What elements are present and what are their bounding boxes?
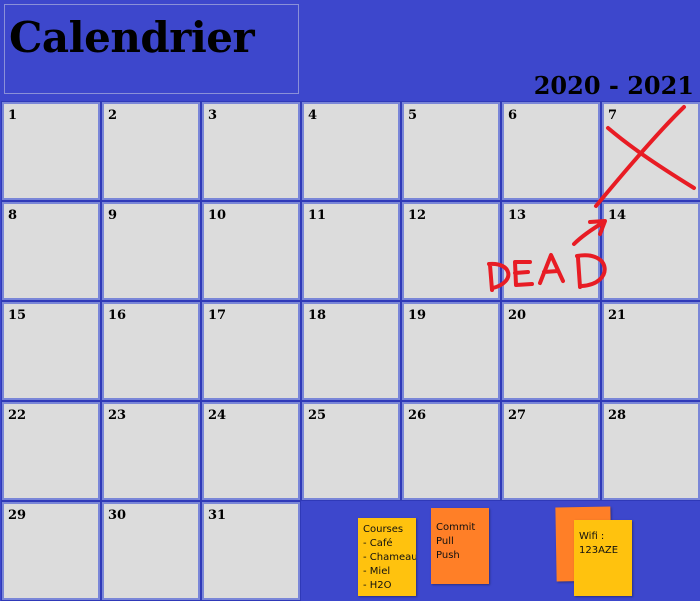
day-number: 22 — [8, 408, 27, 423]
day-cell[interactable]: 4 — [301, 101, 401, 201]
note-line: Pull — [436, 536, 454, 547]
day-cell[interactable]: 13 — [501, 201, 601, 301]
day-number: 8 — [8, 208, 18, 223]
year-range: 2020 - 2021 — [533, 71, 694, 100]
note-line: - Miel — [363, 566, 391, 577]
day-cell[interactable]: 15 — [1, 301, 101, 401]
title-box: Calendrier — [4, 4, 299, 94]
day-cell[interactable]: 28 — [601, 401, 700, 501]
day-cell[interactable]: 26 — [401, 401, 501, 501]
day-number: 9 — [108, 208, 118, 223]
day-cell[interactable]: 5 — [401, 101, 501, 201]
day-number: 6 — [508, 108, 518, 123]
day-cell[interactable]: 21 — [601, 301, 700, 401]
sticky-note-wifi[interactable]: Wifi : 123AZE — [574, 520, 632, 596]
note-line: Push — [436, 550, 460, 561]
day-cell[interactable]: 23 — [101, 401, 201, 501]
note-line: - H2O — [363, 580, 392, 591]
day-cell[interactable]: 19 — [401, 301, 501, 401]
day-number: 14 — [608, 208, 627, 223]
sticky-note-courses[interactable]: Courses - Café - Chameau - Miel - H2O — [358, 518, 416, 596]
day-number: 10 — [208, 208, 227, 223]
day-number: 26 — [408, 408, 427, 423]
day-number: 7 — [608, 108, 618, 123]
day-number: 12 — [408, 208, 427, 223]
note-line: - Café — [363, 538, 393, 549]
day-number: 13 — [508, 208, 527, 223]
day-number: 15 — [8, 308, 27, 323]
day-number: 28 — [608, 408, 627, 423]
day-number: 19 — [408, 308, 427, 323]
note-line: 123AZE — [579, 545, 619, 556]
day-number: 3 — [208, 108, 218, 123]
day-cell[interactable]: 2 — [101, 101, 201, 201]
day-cell[interactable]: 3 — [201, 101, 301, 201]
note-line: - Chameau — [363, 552, 416, 563]
day-cell[interactable]: 1 — [1, 101, 101, 201]
day-cell[interactable]: 11 — [301, 201, 401, 301]
sticky-note-git[interactable]: Commit Pull Push — [431, 508, 489, 584]
day-number: 2 — [108, 108, 118, 123]
day-cell[interactable]: 7 — [601, 101, 700, 201]
day-cell[interactable]: 12 — [401, 201, 501, 301]
day-number: 27 — [508, 408, 527, 423]
day-number: 29 — [8, 508, 27, 523]
note-line: Wifi : — [579, 531, 605, 542]
day-number: 30 — [108, 508, 127, 523]
day-cell[interactable]: 25 — [301, 401, 401, 501]
day-cell[interactable]: 14 — [601, 201, 700, 301]
day-cell[interactable]: 10 — [201, 201, 301, 301]
day-number: 25 — [308, 408, 327, 423]
day-number: 1 — [8, 108, 18, 123]
day-cell[interactable]: 18 — [301, 301, 401, 401]
day-number: 23 — [108, 408, 127, 423]
day-cell[interactable]: 24 — [201, 401, 301, 501]
day-number: 20 — [508, 308, 527, 323]
day-number: 11 — [308, 208, 327, 223]
day-number: 18 — [308, 308, 327, 323]
day-cell[interactable]: 6 — [501, 101, 601, 201]
note-line: Courses — [363, 524, 404, 535]
day-cell[interactable]: 27 — [501, 401, 601, 501]
day-cell[interactable]: 29 — [1, 501, 101, 601]
day-cell[interactable]: 20 — [501, 301, 601, 401]
day-cell[interactable]: 17 — [201, 301, 301, 401]
day-cell[interactable]: 31 — [201, 501, 301, 601]
day-cell[interactable]: 30 — [101, 501, 201, 601]
day-cell[interactable]: 22 — [1, 401, 101, 501]
day-number: 16 — [108, 308, 127, 323]
day-cell[interactable]: 16 — [101, 301, 201, 401]
note-line: Commit — [436, 522, 476, 533]
day-number: 4 — [308, 108, 318, 123]
day-number: 31 — [208, 508, 227, 523]
day-number: 5 — [408, 108, 418, 123]
day-number: 24 — [208, 408, 227, 423]
page-title: Calendrier — [9, 13, 255, 62]
day-cell[interactable]: 9 — [101, 201, 201, 301]
day-number: 17 — [208, 308, 227, 323]
day-cell[interactable]: 8 — [1, 201, 101, 301]
day-number: 21 — [608, 308, 627, 323]
